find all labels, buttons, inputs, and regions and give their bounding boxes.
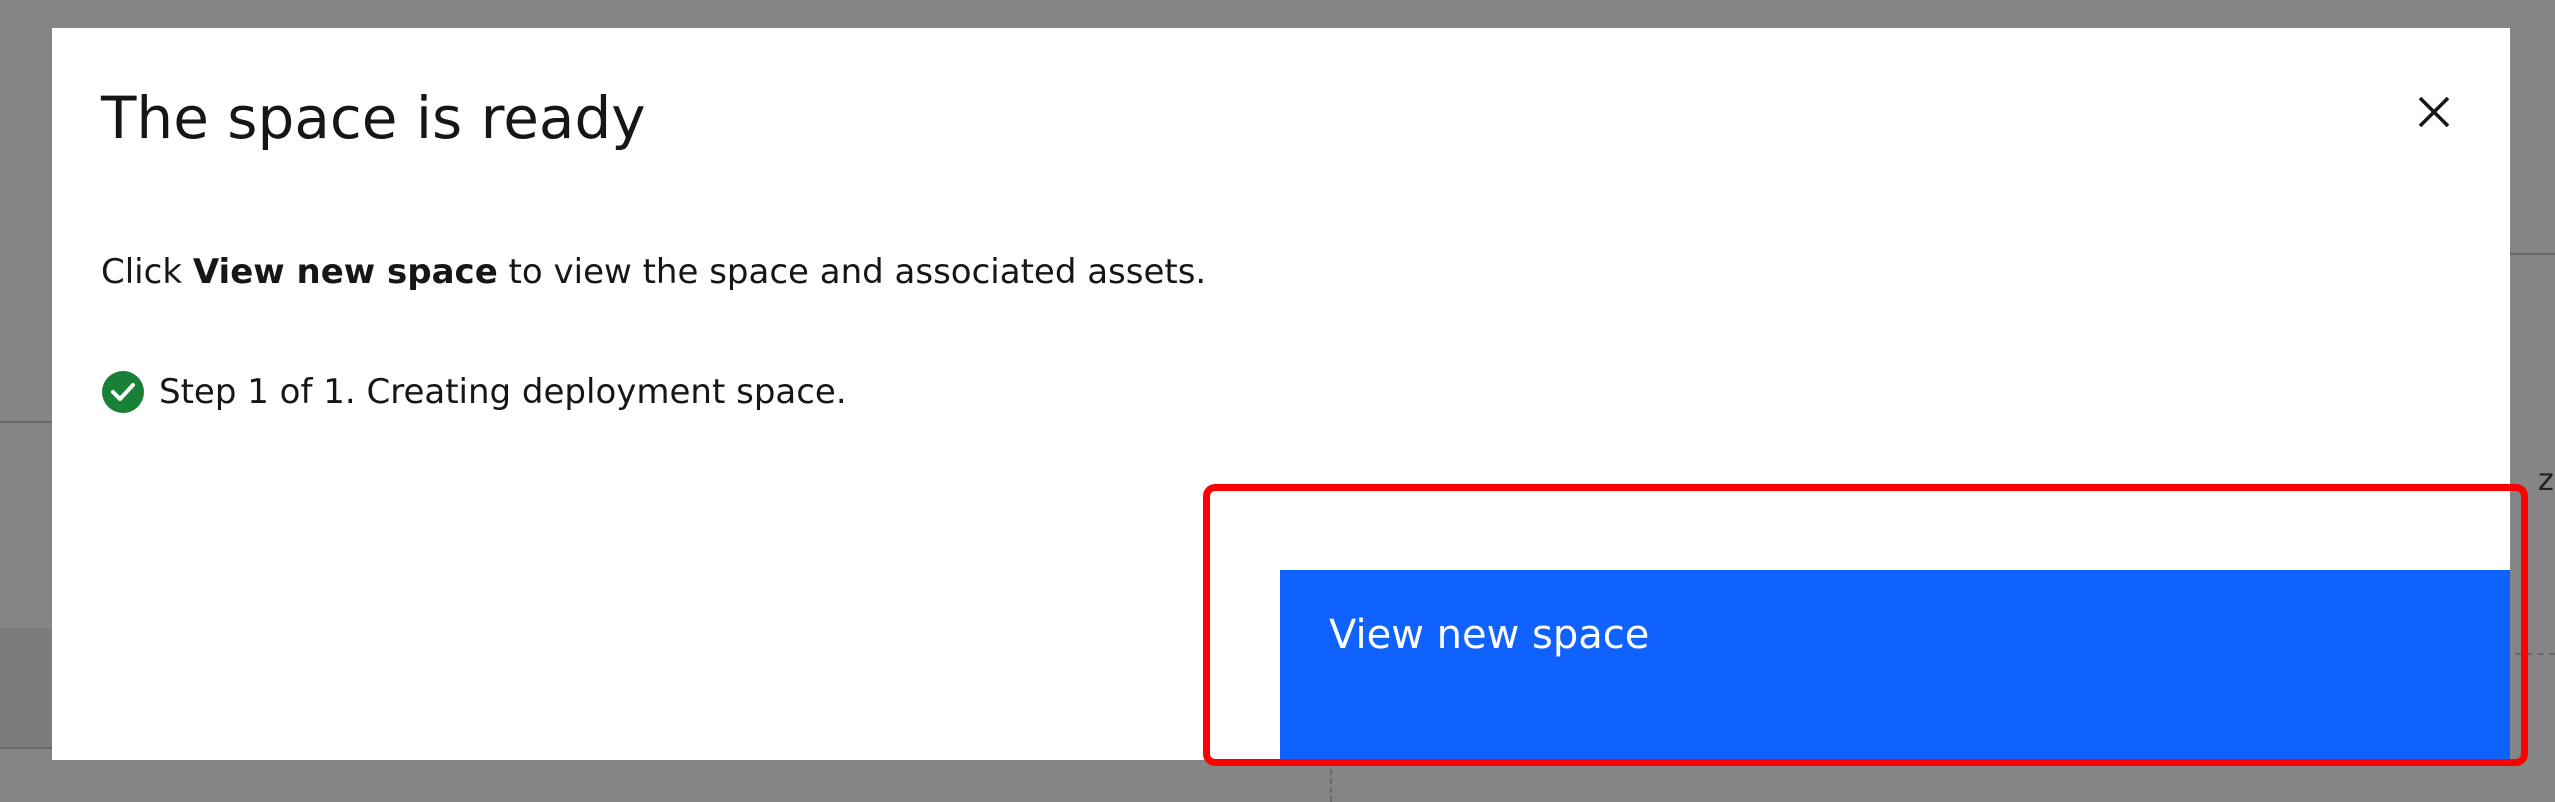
space-ready-modal: The space is ready Click View new space … xyxy=(52,28,2510,760)
background-divider xyxy=(2515,653,2555,655)
background-divider xyxy=(0,421,52,423)
background-panel xyxy=(0,628,52,748)
view-new-space-label: View new space xyxy=(1329,612,1650,658)
background-divider xyxy=(2510,253,2555,255)
close-button[interactable] xyxy=(2402,80,2466,144)
description-suffix: to view the space and associated assets. xyxy=(497,252,1207,292)
progress-step: Step 1 of 1. Creating deployment space. xyxy=(101,370,847,414)
background-divider xyxy=(1330,760,1332,802)
background-edge-text: z xyxy=(2538,463,2554,498)
view-new-space-button[interactable]: View new space xyxy=(1280,570,2510,760)
modal-title: The space is ready xyxy=(101,84,646,152)
description-prefix: Click xyxy=(101,252,193,292)
checkmark-filled-icon xyxy=(102,371,144,413)
close-icon xyxy=(2418,96,2450,128)
step-text: Step 1 of 1. Creating deployment space. xyxy=(159,372,847,412)
background-divider xyxy=(0,747,52,749)
modal-description: Click View new space to view the space a… xyxy=(101,250,1206,294)
description-emphasis: View new space xyxy=(192,252,498,292)
